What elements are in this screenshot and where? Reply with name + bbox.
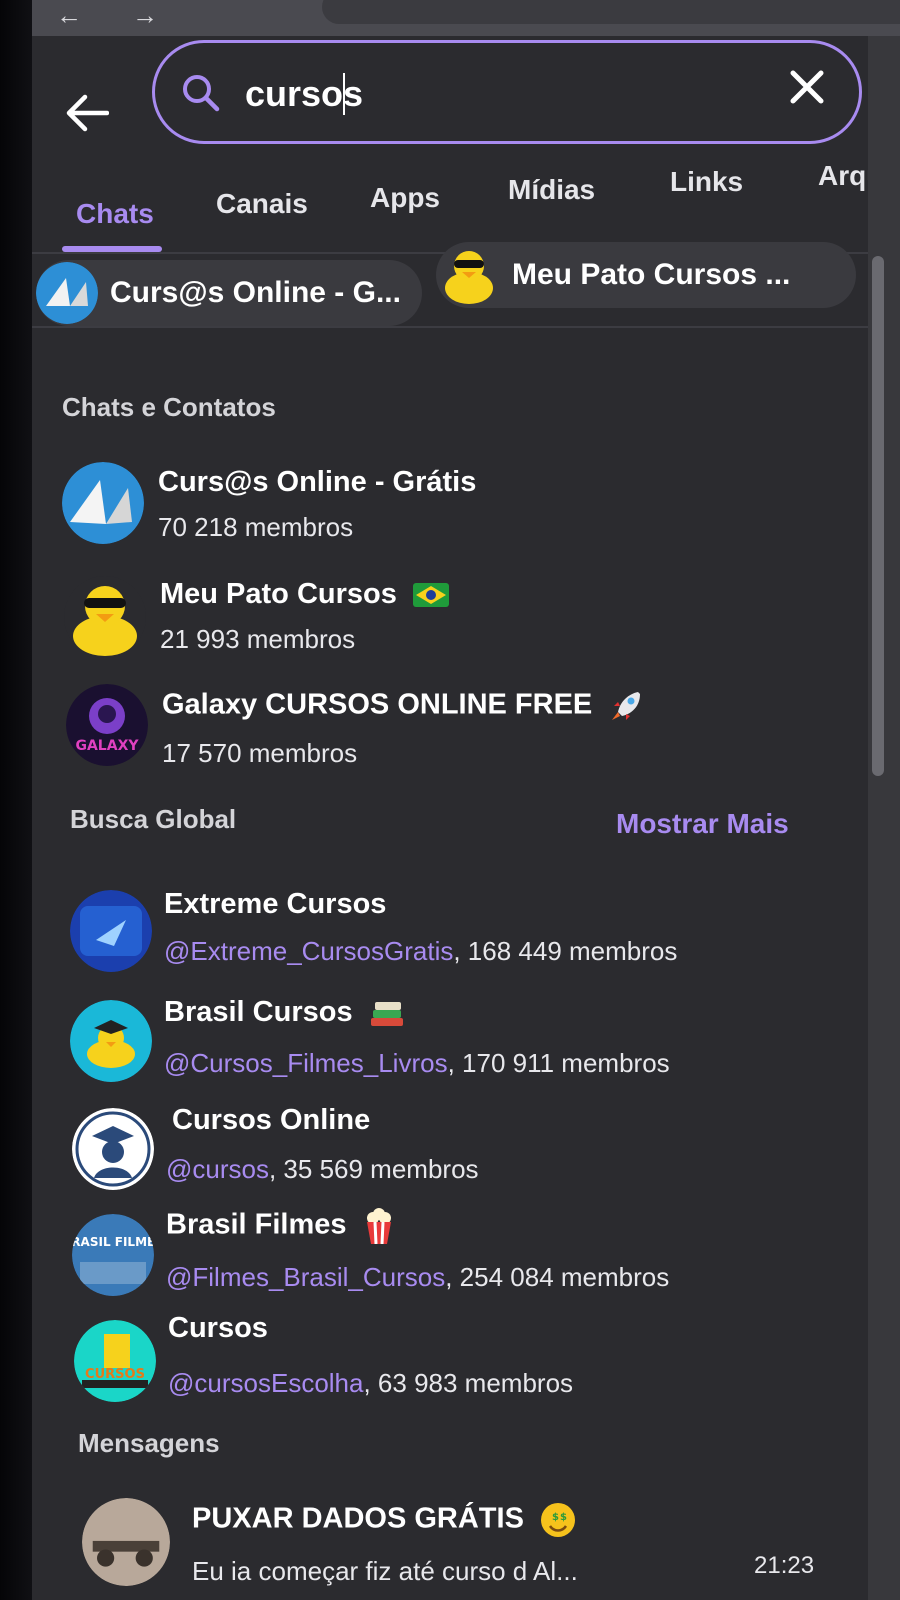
global-result-row[interactable]: Cursos Online @cursos, 35 569 membros — [32, 1102, 868, 1202]
chat-members: 21 993 membros — [160, 624, 356, 654]
result-subtitle: @Extreme_CursosGratis, 168 449 membros — [164, 936, 677, 967]
result-username[interactable]: @cursos — [166, 1154, 269, 1184]
duck-avatar — [64, 576, 146, 658]
result-subtitle: @cursos, 35 569 membros — [166, 1154, 479, 1185]
chat-members: 17 570 membros — [162, 738, 358, 768]
svg-text:$: $ — [560, 1512, 567, 1523]
result-title-text: Brasil Cursos — [164, 996, 353, 1028]
browser-toolbar: ← → — [32, 0, 900, 36]
global-result-row[interactable]: Extreme Cursos @Extreme_CursosGratis, 16… — [32, 886, 868, 986]
money-face-icon: $ $ — [540, 1503, 575, 1537]
chat-title-text: Galaxy CURSOS ONLINE FREE — [162, 688, 593, 721]
chat-title: Meu Pato Cursos — [160, 578, 449, 611]
galaxy-avatar-text: GALAXY — [75, 738, 139, 754]
avatar — [62, 462, 144, 544]
browser-back-icon[interactable]: ← — [56, 0, 82, 31]
brasil-filmes-avatar-text: BRASIL FILMES — [72, 1235, 154, 1249]
show-more-link[interactable]: Mostrar Mais — [616, 808, 789, 840]
back-button[interactable] — [62, 88, 112, 138]
tab-midias[interactable]: Mídias — [508, 174, 595, 206]
result-subtitle: @Cursos_Filmes_Livros, 170 911 membros — [164, 1048, 670, 1079]
chip-label: Meu Pato Cursos ... — [512, 258, 791, 291]
telegram-search-panel: Chats Canais Apps Mídias Links Arqu Curs… — [32, 36, 868, 1600]
browser-forward-icon[interactable]: → — [132, 0, 158, 31]
galaxy-avatar: GALAXY — [66, 684, 148, 766]
message-preview: Eu ia começar fiz até curso d Al... — [192, 1556, 578, 1586]
avatar — [36, 262, 98, 324]
result-title: Extreme Cursos — [164, 888, 387, 920]
chat-title-text: Meu Pato Cursos — [160, 578, 397, 610]
chat-row[interactable]: GALAXY Galaxy CURSOS ONLINE FREE 17 570 … — [32, 682, 868, 782]
result-title: Cursos — [168, 1312, 268, 1344]
tab-canais[interactable]: Canais — [216, 188, 308, 220]
tab-apps[interactable]: Apps — [370, 182, 440, 214]
chat-members: 70 218 membros — [158, 512, 354, 542]
tab-chats[interactable]: Chats — [76, 198, 154, 230]
scrollbar[interactable] — [868, 36, 900, 1600]
result-title: Brasil Cursos — [164, 996, 405, 1029]
result-subtitle: @cursosEscolha, 63 983 membros — [168, 1368, 573, 1399]
cursos-avatar: CURSOS — [74, 1320, 156, 1402]
result-title-text: Brasil Filmes — [166, 1208, 347, 1241]
result-username[interactable]: @Cursos_Filmes_Livros — [164, 1048, 448, 1078]
global-result-row[interactable]: CURSOS Cursos @cursosEscolha, 63 983 mem… — [32, 1312, 868, 1412]
chat-title: Galaxy CURSOS ONLINE FREE — [162, 688, 644, 724]
result-username[interactable]: @Extreme_CursosGratis — [164, 936, 453, 966]
extreme-cursos-avatar — [70, 890, 152, 972]
monitor-bezel — [0, 0, 32, 1600]
section-mensagens: Mensagens — [78, 1428, 220, 1458]
search-box[interactable] — [152, 40, 862, 144]
global-result-row[interactable]: BRASIL FILMES Brasil Filmes @Filmes_Bras… — [32, 1208, 868, 1308]
tab-arquivos[interactable]: Arqu — [818, 160, 868, 192]
brazil-flag-icon — [412, 583, 449, 608]
tab-links[interactable]: Links — [670, 166, 743, 198]
search-icon — [183, 75, 220, 112]
chat-row[interactable]: Curs@s Online - Grátis 70 218 membros — [32, 460, 868, 560]
duck-avatar — [445, 251, 493, 304]
brasil-filmes-avatar: BRASIL FILMES — [72, 1214, 154, 1296]
scrollbar-thumb[interactable] — [872, 256, 884, 776]
avatar — [82, 1498, 170, 1586]
message-row[interactable]: PUXAR DADOS GRÁTIS $ $ Eu ia começar fiz… — [32, 1496, 868, 1596]
result-title: Brasil Filmes — [166, 1208, 395, 1244]
cursos-avatar-text: CURSOS — [85, 1367, 145, 1382]
filter-tabs: Chats Canais Apps Mídias Links Arqu — [32, 160, 868, 250]
result-username[interactable]: @Filmes_Brasil_Cursos — [166, 1262, 445, 1292]
cursos-online-avatar — [72, 1108, 154, 1190]
global-result-row[interactable]: Brasil Cursos @Cursos_Filmes_Livros, 170… — [32, 994, 868, 1094]
result-subtitle: @Filmes_Brasil_Cursos, 254 084 membros — [166, 1262, 669, 1293]
search-input[interactable] — [245, 69, 765, 119]
chat-row[interactable]: Meu Pato Cursos 21 993 membros — [32, 572, 868, 672]
chip-label: Curs@s Online - G... — [110, 276, 401, 309]
divider — [32, 326, 868, 328]
rocket-icon — [612, 692, 641, 720]
section-chats-contatos: Chats e Contatos — [62, 392, 276, 422]
chat-title: Curs@s Online - Grátis — [158, 466, 477, 498]
result-members: , 63 983 membros — [363, 1368, 574, 1398]
message-time: 21:23 — [754, 1552, 815, 1579]
result-members: , 170 911 membros — [447, 1048, 670, 1078]
brasil-cursos-avatar — [70, 1000, 152, 1082]
recent-chip-meu-pato[interactable]: Meu Pato Cursos ... — [436, 242, 856, 308]
browser-address-bar[interactable] — [322, 0, 900, 24]
result-members: , 168 449 membros — [453, 936, 678, 966]
popcorn-icon — [366, 1208, 391, 1244]
message-title-text: PUXAR DADOS GRÁTIS — [192, 1502, 524, 1535]
books-icon — [370, 1002, 403, 1027]
result-members: , 254 084 membros — [445, 1262, 670, 1292]
svg-text:$: $ — [552, 1512, 559, 1523]
back-arrow-icon — [66, 94, 109, 132]
section-busca-global: Busca Global — [70, 804, 237, 834]
text-caret — [343, 73, 345, 115]
recent-chip-cursos-online[interactable]: Curs@s Online - G... — [36, 260, 422, 326]
result-username[interactable]: @cursosEscolha — [168, 1368, 363, 1398]
result-title: Cursos Online — [172, 1104, 371, 1136]
close-icon[interactable] — [785, 65, 829, 109]
result-members: , 35 569 membros — [268, 1154, 479, 1184]
message-title: PUXAR DADOS GRÁTIS $ $ — [192, 1502, 576, 1538]
